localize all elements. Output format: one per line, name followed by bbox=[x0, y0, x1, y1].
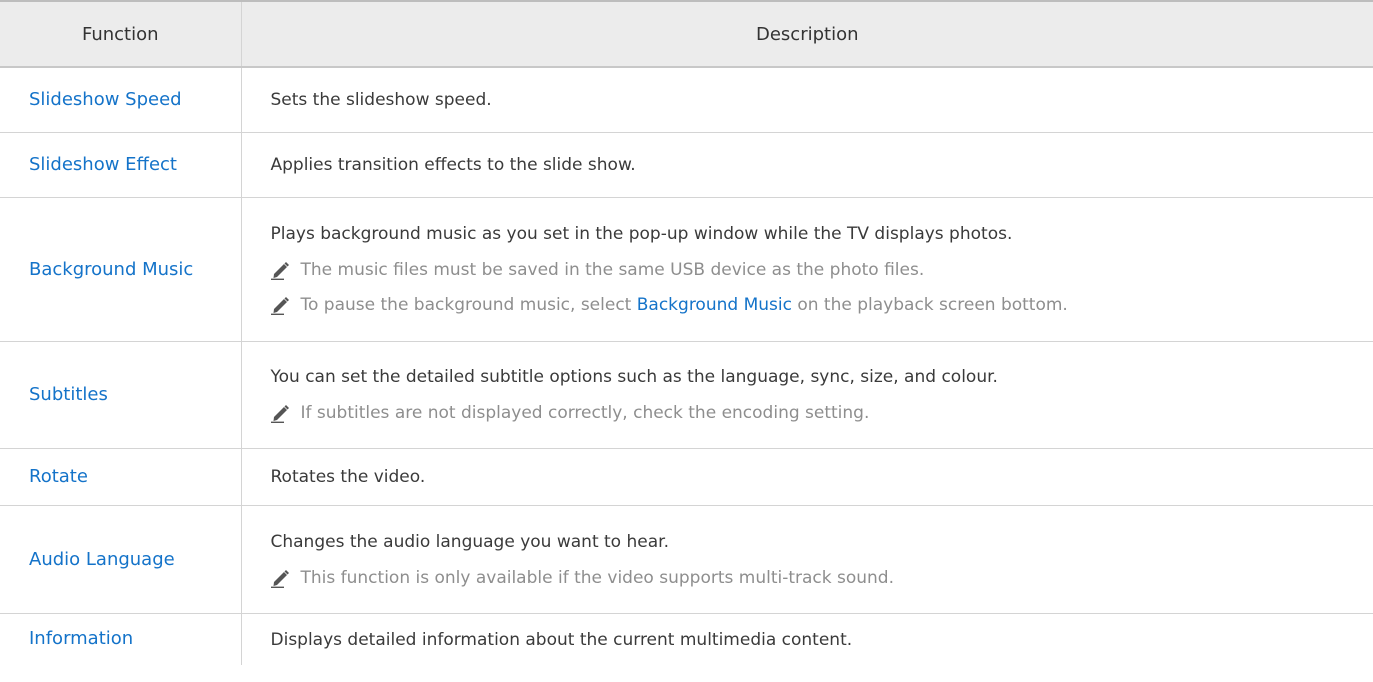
description-cell: Displays detailed information about the … bbox=[241, 613, 1373, 665]
note-text: The music files must be saved in the sam… bbox=[300, 260, 925, 280]
function-name-background-music: Background Music bbox=[0, 197, 242, 342]
note-text-after: on the playback screen bottom. bbox=[791, 295, 1068, 315]
function-name-information: Information bbox=[0, 613, 242, 665]
description-text: Changes the audio language you want to h… bbox=[270, 531, 669, 552]
table-row: Slideshow Effect Applies transition effe… bbox=[0, 132, 1373, 198]
description-cell: Changes the audio language you want to h… bbox=[241, 505, 1373, 614]
description-text: Rotates the video. bbox=[270, 466, 426, 487]
description-text: Sets the slideshow speed. bbox=[270, 89, 492, 110]
table-row: Information Displays detailed informatio… bbox=[0, 613, 1373, 665]
header-function: Function bbox=[0, 0, 242, 68]
note: If subtitles are not displayed correctly… bbox=[270, 402, 1362, 424]
pencil-note-icon bbox=[270, 260, 289, 280]
table-row: Slideshow Speed Sets the slideshow speed… bbox=[0, 67, 1373, 133]
note: This function is only available if the v… bbox=[270, 567, 1362, 589]
note-text: To pause the background music, select Ba… bbox=[301, 294, 1068, 316]
table-header-row: Function Description bbox=[0, 0, 1373, 68]
description-text: You can set the detailed subtitle option… bbox=[270, 367, 998, 387]
description-text: Plays background music as you set in the… bbox=[270, 224, 1013, 244]
function-name-slideshow-effect: Slideshow Effect bbox=[0, 132, 242, 198]
function-name-slideshow-speed: Slideshow Speed bbox=[0, 67, 242, 133]
description-cell: Sets the slideshow speed. bbox=[241, 67, 1373, 133]
note-highlight-background-music: Background Music bbox=[636, 295, 792, 315]
description-cell: Rotates the video. bbox=[241, 448, 1373, 506]
description-cell: You can set the detailed subtitle option… bbox=[241, 341, 1373, 449]
note: To pause the background music, select Ba… bbox=[270, 294, 1362, 316]
note-text-before: To pause the background music, select bbox=[300, 295, 637, 315]
table-row: Subtitles You can set the detailed subti… bbox=[0, 341, 1373, 449]
function-name-rotate: Rotate bbox=[0, 448, 242, 506]
note-text: If subtitles are not displayed correctly… bbox=[300, 403, 870, 423]
function-table: Function Description Slideshow Speed Set… bbox=[0, 0, 1373, 665]
note: The music files must be saved in the sam… bbox=[270, 259, 1362, 281]
function-name-subtitles: Subtitles bbox=[0, 341, 242, 449]
description-text: Displays detailed information about the … bbox=[270, 629, 853, 650]
pencil-note-icon bbox=[270, 403, 289, 423]
pencil-note-icon bbox=[270, 295, 289, 315]
table-row: Rotate Rotates the video. bbox=[0, 448, 1373, 506]
header-description: Description bbox=[241, 0, 1373, 68]
description-cell: Applies transition effects to the slide … bbox=[241, 132, 1373, 198]
table-row: Audio Language Changes the audio languag… bbox=[0, 505, 1373, 614]
description-cell: Plays background music as you set in the… bbox=[241, 197, 1373, 342]
note-text: This function is only available if the v… bbox=[300, 567, 895, 588]
function-name-audio-language: Audio Language bbox=[0, 505, 242, 614]
pencil-note-icon bbox=[270, 568, 289, 588]
table-row: Background Music Plays background music … bbox=[0, 197, 1373, 342]
description-text: Applies transition effects to the slide … bbox=[270, 154, 636, 175]
